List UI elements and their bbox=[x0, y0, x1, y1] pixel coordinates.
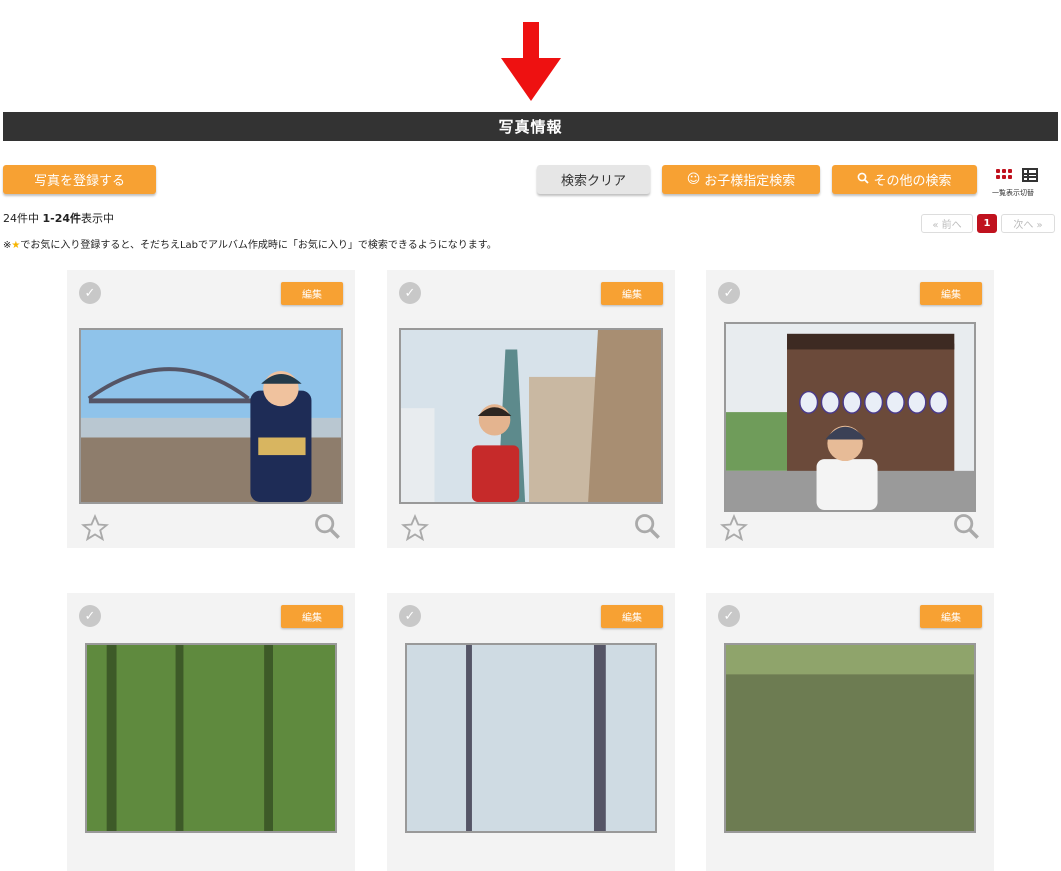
photo-card: ✓ 編集 bbox=[67, 270, 355, 548]
edit-button[interactable]: 編集 bbox=[601, 282, 663, 305]
check-icon[interactable]: ✓ bbox=[399, 605, 421, 627]
prev-page-button[interactable]: « 前へ bbox=[921, 213, 973, 233]
photo-card: ✓ 編集 bbox=[706, 593, 994, 871]
grid-view-icon[interactable] bbox=[996, 169, 1012, 181]
photo-card: ✓ 編集 bbox=[387, 270, 675, 548]
check-icon[interactable]: ✓ bbox=[718, 282, 740, 304]
edit-button[interactable]: 編集 bbox=[920, 605, 982, 628]
photo-card: ✓ 編集 bbox=[67, 593, 355, 871]
check-icon[interactable]: ✓ bbox=[79, 605, 101, 627]
clear-search-label: 検索クリア bbox=[560, 174, 626, 189]
photo-thumbnail[interactable] bbox=[724, 643, 976, 833]
star-icon: ★ bbox=[11, 240, 21, 251]
result-total: 24件中 bbox=[3, 212, 39, 225]
next-page-button[interactable]: 次へ » bbox=[1001, 213, 1055, 233]
check-icon[interactable]: ✓ bbox=[718, 605, 740, 627]
result-count: 24件中 1-24件表示中 bbox=[3, 210, 114, 226]
star-outline-icon[interactable] bbox=[81, 514, 109, 542]
check-icon[interactable]: ✓ bbox=[79, 282, 101, 304]
edit-button[interactable]: 編集 bbox=[281, 605, 343, 628]
zoom-icon[interactable] bbox=[633, 512, 661, 540]
register-photo-button[interactable]: 写真を登録する bbox=[3, 165, 156, 194]
edit-button[interactable]: 編集 bbox=[601, 605, 663, 628]
edit-button[interactable]: 編集 bbox=[920, 282, 982, 305]
view-toggle-label: 一覧表示切替 bbox=[992, 189, 1034, 197]
check-icon[interactable]: ✓ bbox=[399, 282, 421, 304]
note-text: でお気に入り登録すると、そだちえLabでアルバム作成時に「お気に入り」で検索でき… bbox=[20, 240, 497, 251]
favorite-note: ※★でお気に入り登録すると、そだちえLabでアルバム作成時に「お気に入り」で検索… bbox=[3, 236, 497, 251]
photo-card: ✓ 編集 bbox=[387, 593, 675, 871]
result-suffix: 表示中 bbox=[81, 212, 115, 225]
photo-thumbnail[interactable] bbox=[399, 328, 663, 504]
page-title: 写真情報 bbox=[3, 112, 1058, 141]
child-search-button[interactable]: ☺ お子様指定検索 bbox=[662, 165, 820, 194]
zoom-icon[interactable] bbox=[952, 512, 980, 540]
photo-thumbnail[interactable] bbox=[85, 643, 337, 833]
photo-thumbnail[interactable] bbox=[405, 643, 657, 833]
child-search-label: お子様指定検索 bbox=[704, 174, 796, 189]
list-view-icon[interactable] bbox=[1022, 168, 1038, 182]
other-search-label: その他の検索 bbox=[873, 174, 952, 189]
star-outline-icon[interactable] bbox=[720, 514, 748, 542]
smile-icon: ☺ bbox=[686, 172, 701, 187]
register-photo-label: 写真を登録する bbox=[33, 174, 125, 189]
star-outline-icon[interactable] bbox=[401, 514, 429, 542]
pagination: « 前へ 1 次へ » bbox=[921, 213, 1055, 233]
edit-button[interactable]: 編集 bbox=[281, 282, 343, 305]
photo-thumbnail[interactable] bbox=[79, 328, 343, 504]
down-arrow-icon bbox=[501, 22, 561, 101]
view-toggle: 一覧表示切替 bbox=[992, 167, 1050, 201]
current-page[interactable]: 1 bbox=[977, 213, 997, 233]
photo-card: ✓ 編集 bbox=[706, 270, 994, 548]
result-range: 1-24件 bbox=[42, 212, 82, 225]
photo-thumbnail[interactable] bbox=[724, 322, 976, 512]
clear-search-button[interactable]: 検索クリア bbox=[537, 165, 650, 194]
other-search-button[interactable]: その他の検索 bbox=[832, 165, 977, 194]
zoom-icon[interactable] bbox=[313, 512, 341, 540]
search-icon bbox=[857, 172, 870, 188]
